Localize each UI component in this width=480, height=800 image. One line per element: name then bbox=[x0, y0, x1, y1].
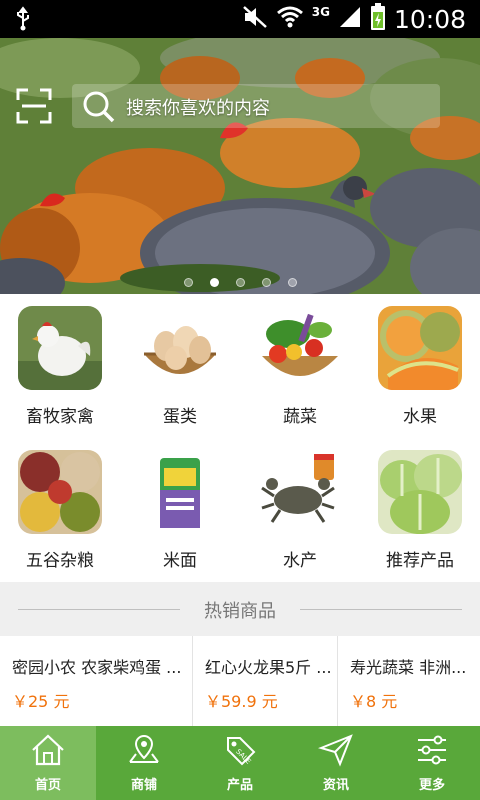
chicken-image bbox=[18, 306, 102, 390]
mute-icon bbox=[242, 5, 268, 33]
signal-icon bbox=[338, 5, 362, 33]
category-label: 五谷杂粮 bbox=[26, 551, 94, 571]
wifi-icon bbox=[276, 5, 304, 33]
product-name: 密园小农 农家柴鸡蛋 ... bbox=[12, 658, 182, 677]
map-pin-icon bbox=[129, 734, 159, 763]
battery-charging-icon bbox=[370, 3, 386, 35]
category-label: 畜牧家禽 bbox=[26, 407, 94, 427]
rice-bag-image bbox=[138, 450, 222, 534]
product-card[interactable]: 密园小农 农家柴鸡蛋 ... ￥25 元 bbox=[0, 636, 192, 726]
divider-right bbox=[300, 609, 462, 610]
category-label: 水果 bbox=[403, 407, 437, 427]
vegetables-image bbox=[258, 306, 342, 390]
carousel-dot[interactable] bbox=[261, 278, 271, 287]
sliders-icon bbox=[418, 735, 446, 765]
category-label: 米面 bbox=[163, 551, 197, 571]
carousel-indicator bbox=[0, 278, 480, 287]
banner-carousel[interactable]: 搜索你喜欢的内容 bbox=[0, 38, 480, 294]
crab-image bbox=[258, 450, 342, 534]
category-grains[interactable]: 五谷杂粮 bbox=[0, 438, 120, 582]
section-title: 热销商品 bbox=[204, 601, 276, 622]
category-grid: 畜牧家禽 蛋类 蔬菜 水果 五谷杂粮 米面 水产 推荐产品 bbox=[0, 294, 480, 582]
product-price: ￥25 元 bbox=[12, 692, 70, 711]
category-label: 蔬菜 bbox=[283, 407, 317, 427]
network-type-label: 3G bbox=[311, 5, 330, 19]
product-name: 寿光蔬菜 非洲... bbox=[350, 658, 467, 677]
sale-tag-icon: SALE bbox=[227, 737, 256, 766]
nav-label: 商铺 bbox=[130, 778, 157, 793]
category-livestock[interactable]: 畜牧家禽 bbox=[0, 294, 120, 438]
category-aquatic[interactable]: 水产 bbox=[240, 438, 360, 582]
category-rice-flour[interactable]: 米面 bbox=[120, 438, 240, 582]
usb-icon bbox=[14, 6, 32, 36]
hot-products-header: 热销商品 bbox=[0, 582, 480, 636]
nav-label: 更多 bbox=[418, 778, 445, 793]
clock: 10:08 bbox=[393, 4, 466, 34]
product-name: 红心火龙果5斤 ... bbox=[205, 658, 332, 677]
product-price: ￥59.9 元 bbox=[205, 692, 278, 711]
category-label: 水产 bbox=[283, 551, 317, 571]
nav-label: 产品 bbox=[226, 778, 253, 793]
grains-image bbox=[18, 450, 102, 534]
carousel-dot[interactable] bbox=[235, 278, 245, 287]
nav-more[interactable]: 更多 bbox=[384, 726, 480, 800]
carousel-dot[interactable] bbox=[287, 278, 297, 287]
status-bar: 3G 10:08 bbox=[0, 0, 480, 38]
category-vegetables[interactable]: 蔬菜 bbox=[240, 294, 360, 438]
nav-home[interactable]: 首页 bbox=[0, 726, 96, 800]
category-label: 蛋类 bbox=[163, 407, 197, 427]
category-recommended[interactable]: 推荐产品 bbox=[360, 438, 480, 582]
nav-products[interactable]: SALE 产品 bbox=[192, 726, 288, 800]
hot-products-list: 密园小农 农家柴鸡蛋 ... ￥25 元 红心火龙果5斤 ... ￥59.9 元… bbox=[0, 636, 480, 726]
home-icon bbox=[32, 734, 64, 766]
eggs-image bbox=[138, 306, 222, 390]
category-label: 推荐产品 bbox=[386, 551, 454, 571]
product-card[interactable]: 寿光蔬菜 非洲... ￥8 元 bbox=[338, 636, 480, 726]
nav-label: 首页 bbox=[34, 778, 61, 793]
carousel-dot[interactable] bbox=[183, 278, 193, 287]
nav-shops[interactable]: 商铺 bbox=[96, 726, 192, 800]
product-card[interactable]: 红心火龙果5斤 ... ￥59.9 元 bbox=[193, 636, 337, 726]
category-eggs[interactable]: 蛋类 bbox=[120, 294, 240, 438]
bottom-navigation: 首页 商铺 SALE 产品 资讯 更多 bbox=[0, 726, 480, 800]
banner-image bbox=[0, 38, 480, 294]
melon-image bbox=[378, 306, 462, 390]
nav-label: 资讯 bbox=[322, 778, 349, 793]
carousel-dot-active[interactable] bbox=[209, 278, 219, 287]
scan-icon[interactable] bbox=[16, 88, 52, 128]
send-icon bbox=[318, 734, 353, 767]
product-price: ￥8 元 bbox=[350, 692, 398, 711]
search-input[interactable]: 搜索你喜欢的内容 bbox=[126, 94, 270, 120]
cabbage-image bbox=[378, 450, 462, 534]
search-icon[interactable] bbox=[82, 90, 116, 128]
category-fruit[interactable]: 水果 bbox=[360, 294, 480, 438]
nav-news[interactable]: 资讯 bbox=[288, 726, 384, 800]
search-bar[interactable]: 搜索你喜欢的内容 bbox=[72, 84, 440, 128]
